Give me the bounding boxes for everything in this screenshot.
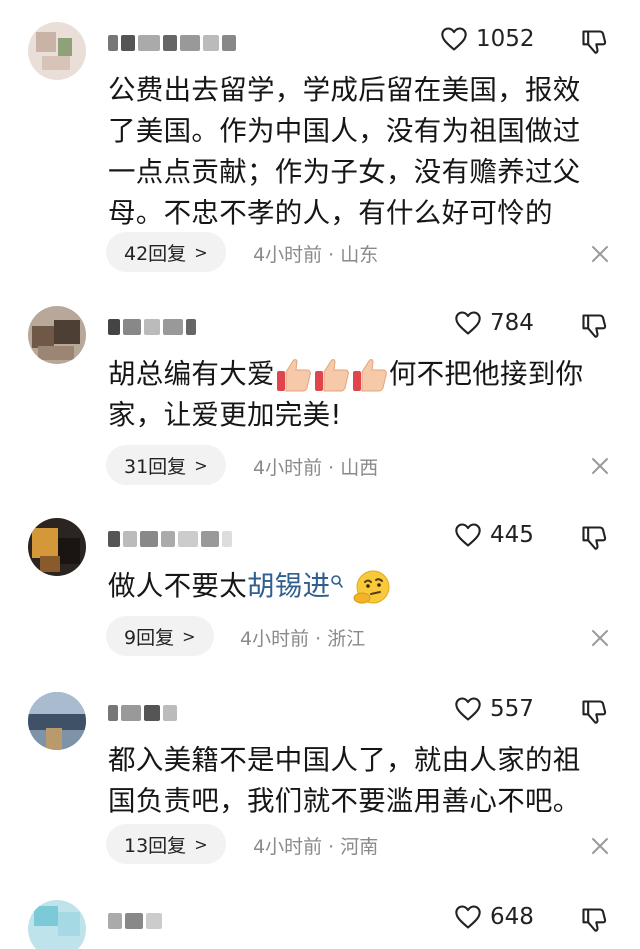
heart-outline-icon [455,311,481,335]
comment-text: 胡总编有大爱 何不把他接到你家，让爱更加完美! [108,354,604,436]
like-count: 648 [490,904,534,930]
comment-item: 1052 公费出去留学，学成后留在美国，报效了美国。作为中国人，没有为祖国做过一… [0,22,640,272]
close-icon[interactable] [590,836,610,856]
chevron-right-icon: > [194,455,208,475]
region: 浙江 [327,628,366,650]
comment-item: 648 [0,900,640,949]
comment-meta: 4小时前 · 浙江 [240,624,365,651]
heart-outline-icon [455,523,481,547]
replies-count: 42回复 [124,242,187,265]
avatar[interactable] [28,692,86,750]
like-count: 1052 [476,26,535,52]
avatar[interactable] [28,518,86,576]
separator: · [328,457,335,479]
username-blurred[interactable] [108,316,196,338]
separator: · [328,244,335,266]
like-count: 784 [490,310,534,336]
thinking-face-emoji [353,570,390,604]
like-button[interactable]: 445 [454,522,534,548]
heart-outline-icon [441,27,467,51]
username-blurred[interactable] [108,32,236,54]
comment-meta: 4小时前 · 山西 [253,453,378,480]
replies-count: 31回复 [124,455,187,478]
search-icon[interactable] [330,574,344,590]
replies-count: 13回复 [124,834,187,857]
heart-outline-icon [455,905,481,929]
heart-outline-icon [455,697,481,721]
like-button[interactable]: 557 [454,696,534,722]
like-count: 445 [490,522,534,548]
thumbs-up-emoji [276,359,311,392]
comment-text: 都入美籍不是中国人了，就由人家的祖国负责吧，我们就不要滥用善心不吧。 [108,744,581,817]
comment-text-part: 做人不要太 [108,570,247,602]
thumbs-down-icon[interactable] [580,28,608,56]
username-blurred[interactable] [108,528,232,550]
replies-count: 9回复 [124,626,175,649]
comment-item: 784 胡总编有大爱 何不把他接到你家，让爱更加完美! 31回复 > 4小时前 ·… [0,306,640,486]
like-button[interactable]: 648 [454,904,534,930]
replies-button[interactable]: 9回复 > [106,616,214,656]
like-count: 557 [490,696,534,722]
region: 河南 [340,836,379,858]
chevron-right-icon: > [194,242,208,262]
comment-meta: 4小时前 · 山东 [253,240,378,267]
thumbs-up-emoji [314,359,349,392]
avatar[interactable] [28,22,86,80]
chevron-right-icon: > [182,626,196,646]
timestamp: 4小时前 [253,244,323,266]
mention-link[interactable]: 胡锡进 [247,570,330,602]
replies-button[interactable]: 13回复 > [106,824,226,864]
username-blurred[interactable] [108,702,177,724]
comment-text: 公费出去留学，学成后留在美国，报效了美国。作为中国人，没有为祖国做过一点点贡献；… [108,74,581,229]
like-button[interactable]: 784 [454,310,534,336]
thumbs-down-icon[interactable] [580,312,608,340]
avatar[interactable] [28,306,86,364]
comment-text-part: 胡总编有大爱 [108,358,275,390]
timestamp: 4小时前 [253,457,323,479]
region: 山东 [340,244,379,266]
avatar[interactable] [28,900,86,949]
comment-meta: 4小时前 · 河南 [253,832,378,859]
username-blurred[interactable] [108,910,162,932]
close-icon[interactable] [590,628,610,648]
chevron-right-icon: > [194,834,208,854]
close-icon[interactable] [590,244,610,264]
timestamp: 4小时前 [253,836,323,858]
comment-text: 做人不要太胡锡进 [108,566,604,607]
region: 山西 [340,457,379,479]
like-button[interactable]: 1052 [440,26,535,52]
separator: · [315,628,322,650]
comment-item: 557 都入美籍不是中国人了，就由人家的祖国负责吧，我们就不要滥用善心不吧。 1… [0,692,640,872]
comment-item: 445 做人不要太胡锡进 9回复 > 4小时前 · 浙江 [0,518,640,663]
timestamp: 4小时前 [240,628,310,650]
thumbs-down-icon[interactable] [580,906,608,934]
separator: · [328,836,335,858]
thumbs-up-emoji [352,359,387,392]
close-icon[interactable] [590,456,610,476]
replies-button[interactable]: 31回复 > [106,445,226,485]
replies-button[interactable]: 42回复 > [106,232,226,272]
thumbs-down-icon[interactable] [580,524,608,552]
thumbs-down-icon[interactable] [580,698,608,726]
